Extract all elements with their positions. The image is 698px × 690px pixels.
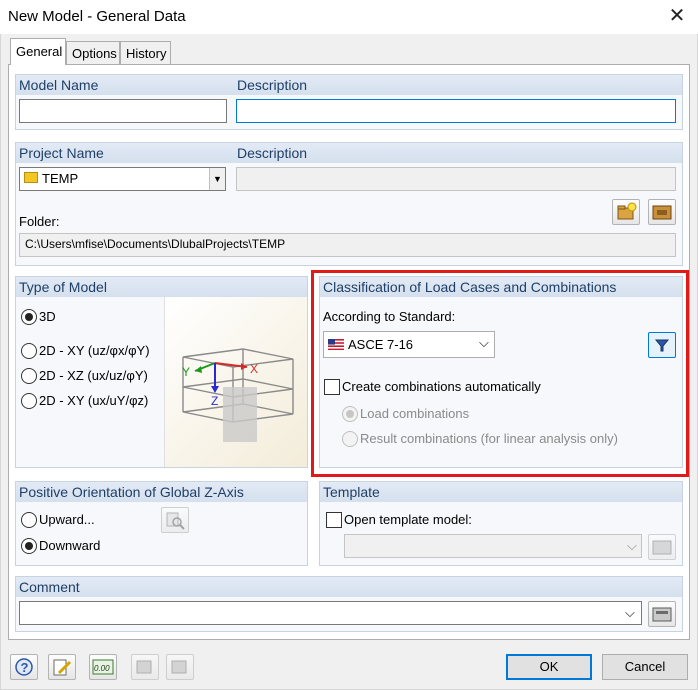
project-group-header xyxy=(16,143,682,163)
type-of-model-group: Type of Model 3D 2D - XY (uz/φx/φY) 2D -… xyxy=(15,276,308,468)
standard-value: ASCE 7-16 xyxy=(348,337,414,352)
us-flag-icon xyxy=(328,339,344,350)
model-name-group: Model Name Description xyxy=(15,74,683,130)
project-manager-button[interactable] xyxy=(648,199,676,225)
model-type-2d-xy-label: 2D - XY (uz/φx/φY) xyxy=(39,343,150,358)
comment-group: Comment ⌵ xyxy=(15,576,683,632)
orientation-header: Positive Orientation of Global Z-Axis xyxy=(16,482,307,502)
export-icon xyxy=(171,660,187,674)
project-manager-icon xyxy=(652,205,672,220)
edit-button[interactable] xyxy=(48,654,76,680)
structure-3d-icon: X Y Z xyxy=(182,348,294,442)
tab-history[interactable]: History xyxy=(120,41,171,64)
filter-icon xyxy=(654,339,670,352)
folder-label: Folder: xyxy=(19,214,60,229)
project-name-label: Project Name xyxy=(19,145,104,161)
type-of-model-header: Type of Model xyxy=(16,277,307,297)
import-icon xyxy=(136,660,152,674)
model-description-input[interactable] xyxy=(236,99,676,123)
upward-radio[interactable] xyxy=(21,512,37,528)
result-combinations-label: Result combinations (for linear analysis… xyxy=(360,431,618,446)
standard-select[interactable]: ASCE 7-16 ⌵ xyxy=(323,331,495,358)
project-description-input xyxy=(236,167,676,191)
template-select: ⌵ xyxy=(344,534,642,558)
new-folder-icon xyxy=(617,202,637,220)
project-group: Project Name Description TEMP ▼ Folder: … xyxy=(15,142,683,266)
axis-z-label: Z xyxy=(211,394,218,408)
create-combinations-label: Create combinations automatically xyxy=(342,379,541,394)
chevron-down-icon: ⌵ xyxy=(479,335,489,350)
tab-options[interactable]: Options xyxy=(66,41,120,64)
axis-x-label: X xyxy=(250,362,258,376)
load-combinations-radio xyxy=(342,406,358,422)
model-type-preview: X Y Z xyxy=(164,297,307,467)
close-icon[interactable]: ✕ xyxy=(664,4,690,30)
standard-label: According to Standard: xyxy=(323,309,456,324)
model-name-group-header xyxy=(16,75,682,95)
model-type-3d-label: 3D xyxy=(39,309,56,324)
import-button xyxy=(131,654,159,680)
model-type-2d-xy-plane-label: 2D - XY (ux/uY/φz) xyxy=(39,393,149,408)
units-button[interactable]: 0.00 xyxy=(89,654,117,680)
svg-text:?: ? xyxy=(21,660,29,675)
tab-general[interactable]: General xyxy=(10,38,66,65)
comment-browse-icon xyxy=(652,607,672,622)
result-combinations-radio xyxy=(342,431,358,447)
title-bar: New Model - General Data ✕ xyxy=(0,0,698,34)
new-project-button[interactable] xyxy=(612,199,640,225)
upward-label: Upward... xyxy=(39,512,95,527)
help-button[interactable]: ? xyxy=(10,654,38,680)
project-name-value: TEMP xyxy=(42,171,79,186)
magnifier-icon xyxy=(166,512,185,530)
template-group: Template Open template model: ⌵ xyxy=(319,481,683,566)
template-header: Template xyxy=(320,482,682,502)
chevron-down-icon[interactable]: ⌵ xyxy=(625,605,635,621)
window-title: New Model - General Data xyxy=(8,8,186,25)
comment-browse-button[interactable] xyxy=(648,601,676,627)
model-name-input[interactable] xyxy=(19,99,227,123)
classification-header: Classification of Load Cases and Combina… xyxy=(320,277,682,297)
ok-button[interactable]: OK xyxy=(506,654,592,680)
axis-y-label: Y xyxy=(182,365,190,379)
load-combinations-label: Load combinations xyxy=(360,406,470,421)
chevron-down-icon[interactable]: ▼ xyxy=(209,168,225,190)
units-icon: 0.00 xyxy=(92,659,114,675)
downward-label: Downward xyxy=(39,538,101,553)
svg-text:0.00: 0.00 xyxy=(94,664,110,673)
description-label: Description xyxy=(237,77,308,93)
model-type-2d-xy-plane-radio[interactable] xyxy=(21,393,37,409)
orientation-group: Positive Orientation of Global Z-Axis Up… xyxy=(15,481,308,566)
model-type-3d-radio[interactable] xyxy=(21,309,37,325)
open-template-checkbox[interactable] xyxy=(326,512,342,528)
chevron-down-icon: ⌵ xyxy=(627,538,637,553)
folder-path-value: C:\Users\mfise\Documents\DlubalProjects\… xyxy=(25,237,286,251)
folder-icon xyxy=(24,172,38,183)
classification-group: Classification of Load Cases and Combina… xyxy=(319,276,683,468)
help-icon: ? xyxy=(15,658,33,676)
export-button xyxy=(166,654,194,680)
model-type-2d-xz-radio[interactable] xyxy=(21,368,37,384)
folder-path-field: C:\Users\mfise\Documents\DlubalProjects\… xyxy=(19,233,676,257)
comment-input[interactable]: ⌵ xyxy=(19,601,642,625)
template-browse-icon xyxy=(652,540,672,555)
edit-icon xyxy=(53,659,72,676)
project-name-select[interactable]: TEMP ▼ xyxy=(19,167,226,191)
downward-radio[interactable] xyxy=(21,538,37,554)
model-type-2d-xy-radio[interactable] xyxy=(21,343,37,359)
comment-header: Comment xyxy=(16,577,682,597)
orientation-details-button[interactable] xyxy=(161,507,189,533)
project-description-label: Description xyxy=(237,145,308,161)
open-template-label: Open template model: xyxy=(344,512,472,527)
template-browse-button xyxy=(648,534,676,560)
model-type-2d-xz-label: 2D - XZ (ux/uz/φY) xyxy=(39,368,148,383)
standard-settings-button[interactable] xyxy=(648,332,676,358)
create-combinations-checkbox[interactable] xyxy=(324,379,340,395)
cancel-button[interactable]: Cancel xyxy=(602,654,688,680)
model-name-label: Model Name xyxy=(19,77,99,93)
